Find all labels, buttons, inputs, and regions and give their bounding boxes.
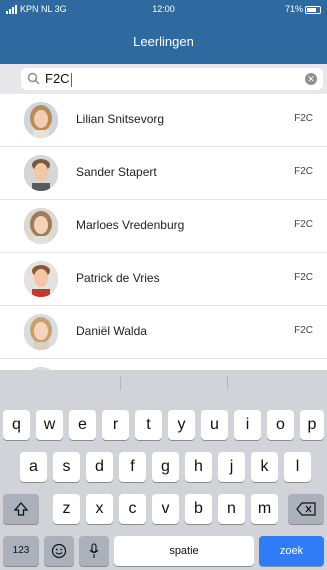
key-a[interactable]: a <box>20 452 47 482</box>
emoji-key[interactable] <box>44 536 74 566</box>
key-b[interactable]: b <box>185 494 212 524</box>
student-class: F2C <box>294 166 313 177</box>
key-q[interactable]: q <box>3 410 30 440</box>
emoji-icon <box>51 543 67 558</box>
suggestion-divider <box>120 376 121 390</box>
list-item[interactable]: Sander Stapert F2C <box>0 147 327 200</box>
avatar <box>24 102 58 138</box>
avatar <box>24 155 58 191</box>
student-class: F2C <box>294 219 313 230</box>
search-bar: F2C ✕ <box>0 64 327 94</box>
nav-header: KPN NL 3G 12:00 71% Leerlingen <box>0 0 327 64</box>
key-y[interactable]: y <box>168 410 195 440</box>
key-l[interactable]: l <box>284 452 311 482</box>
keyboard: q w e r t y u i o p a s d f g h j k l z … <box>0 370 327 570</box>
numbers-key[interactable]: 123 <box>3 536 39 566</box>
battery-percent: 71% <box>284 4 303 14</box>
status-bar: KPN NL 3G 12:00 71% <box>6 4 321 18</box>
avatar <box>24 261 58 297</box>
key-j[interactable]: j <box>218 452 245 482</box>
shift-key[interactable] <box>3 494 39 524</box>
key-k[interactable]: k <box>251 452 278 482</box>
text-cursor <box>70 72 72 87</box>
backspace-icon <box>296 502 316 516</box>
battery-icon <box>305 5 321 14</box>
key-r[interactable]: r <box>102 410 129 440</box>
key-f[interactable]: f <box>119 452 146 482</box>
student-class: F2C <box>294 325 313 336</box>
student-name: Sander Stapert <box>76 165 157 179</box>
suggestion-bar[interactable] <box>0 370 327 396</box>
student-name: Daniël Walda <box>76 324 147 338</box>
clock: 12:00 <box>152 4 175 14</box>
key-v[interactable]: v <box>152 494 179 524</box>
key-t[interactable]: t <box>135 410 162 440</box>
battery-area: 71% <box>285 4 321 14</box>
list-item[interactable]: Daniël Walda F2C <box>0 306 327 359</box>
list-item[interactable]: Lilian Snitsevorg F2C <box>0 94 327 147</box>
shift-icon <box>13 501 29 516</box>
key-o[interactable]: o <box>267 410 294 440</box>
list-item[interactable]: Marloes Vredenburg F2C <box>0 200 327 253</box>
list-item[interactable]: Patrick de Vries F2C <box>0 253 327 306</box>
key-u[interactable]: u <box>201 410 228 440</box>
microphone-icon <box>89 543 99 558</box>
key-i[interactable]: i <box>234 410 261 440</box>
student-class: F2C <box>294 113 313 124</box>
student-list[interactable]: Lilian Snitsevorg F2C Sander Stapert F2C… <box>0 94 327 370</box>
search-field[interactable]: F2C ✕ <box>21 68 323 90</box>
student-name: Marloes Vredenburg <box>76 218 185 232</box>
key-h[interactable]: h <box>185 452 212 482</box>
search-icon <box>27 72 40 85</box>
key-w[interactable]: w <box>36 410 63 440</box>
key-g[interactable]: g <box>152 452 179 482</box>
avatar <box>24 314 58 350</box>
search-input[interactable]: F2C <box>45 71 72 87</box>
clear-icon[interactable]: ✕ <box>305 73 317 85</box>
suggestion-divider <box>227 376 228 390</box>
list-item[interactable] <box>0 359 327 370</box>
key-z[interactable]: z <box>53 494 80 524</box>
dictation-key[interactable] <box>79 536 109 566</box>
search-return-key[interactable]: zoek <box>259 536 324 566</box>
student-name: Lilian Snitsevorg <box>76 112 165 126</box>
key-n[interactable]: n <box>218 494 245 524</box>
avatar <box>24 208 58 244</box>
key-c[interactable]: c <box>119 494 146 524</box>
key-m[interactable]: m <box>251 494 278 524</box>
key-e[interactable]: e <box>69 410 96 440</box>
page-title: Leerlingen <box>133 34 194 49</box>
key-d[interactable]: d <box>86 452 113 482</box>
backspace-key[interactable] <box>288 494 324 524</box>
student-name: Patrick de Vries <box>76 271 160 285</box>
space-key[interactable]: spatie <box>114 536 254 566</box>
student-class: F2C <box>294 272 313 283</box>
key-s[interactable]: s <box>53 452 80 482</box>
key-p[interactable]: p <box>300 410 324 440</box>
key-x[interactable]: x <box>86 494 113 524</box>
